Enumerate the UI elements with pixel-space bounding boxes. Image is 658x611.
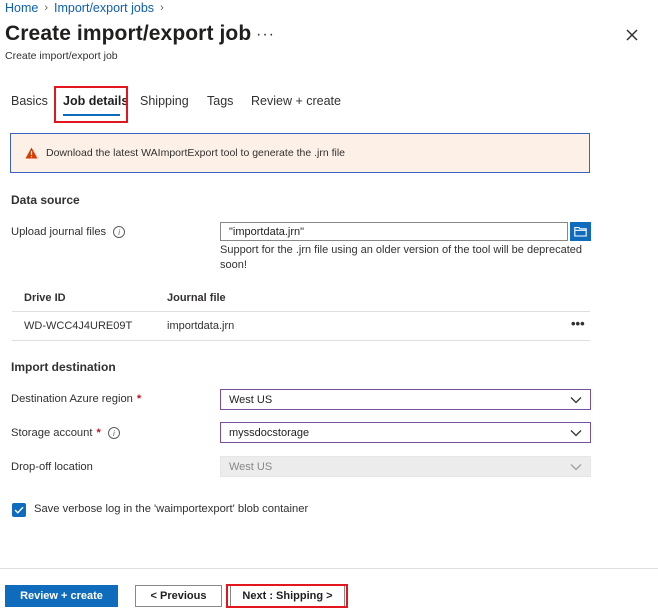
highlight-box-next bbox=[226, 584, 348, 608]
dropoff-location-label: Drop-off location bbox=[11, 461, 93, 473]
browse-folder-button[interactable] bbox=[570, 222, 591, 241]
footer-divider bbox=[0, 568, 658, 569]
dropoff-location-value: West US bbox=[229, 460, 273, 473]
chevron-down-icon bbox=[570, 463, 582, 470]
storage-account-select[interactable]: myssdocstorage bbox=[220, 422, 591, 443]
storage-account-label-text: Storage account bbox=[11, 427, 93, 439]
verbose-log-checkbox[interactable] bbox=[12, 503, 26, 517]
page-title: Create import/export job bbox=[5, 22, 252, 45]
required-asterisk: * bbox=[96, 427, 101, 439]
tab-shipping[interactable]: Shipping bbox=[140, 94, 189, 108]
chevron-right-icon: › bbox=[44, 2, 49, 14]
tab-tags[interactable]: Tags bbox=[207, 94, 233, 108]
row-more-actions-icon[interactable]: ••• bbox=[571, 316, 585, 331]
page-subtitle: Create import/export job bbox=[5, 50, 118, 62]
tab-basics[interactable]: Basics bbox=[11, 94, 48, 108]
tab-review-create[interactable]: Review + create bbox=[251, 94, 341, 108]
destination-region-value: West US bbox=[229, 393, 273, 406]
storage-account-value: myssdocstorage bbox=[229, 426, 310, 439]
column-header-journal-file: Journal file bbox=[167, 292, 226, 304]
upload-journal-label: Upload journal files i bbox=[11, 226, 126, 238]
chevron-down-icon bbox=[570, 429, 582, 436]
destination-region-label-text: Destination Azure region bbox=[11, 393, 133, 405]
table-divider bbox=[12, 311, 590, 312]
destination-region-select[interactable]: West US bbox=[220, 389, 591, 410]
breadcrumb-home-link[interactable]: Home bbox=[5, 1, 38, 15]
close-icon[interactable] bbox=[622, 25, 642, 45]
chevron-right-icon: › bbox=[160, 2, 164, 14]
table-cell-journal-file: importdata.jrn bbox=[167, 320, 235, 332]
warning-text: Download the latest WAImportExport tool … bbox=[46, 147, 346, 159]
info-icon[interactable]: i bbox=[107, 427, 120, 439]
data-source-heading: Data source bbox=[11, 193, 80, 207]
journal-file-input[interactable]: "importdata.jrn" bbox=[220, 222, 568, 241]
previous-button[interactable]: < Previous bbox=[135, 585, 222, 607]
upload-journal-label-text: Upload journal files bbox=[11, 226, 107, 238]
warning-banner: Download the latest WAImportExport tool … bbox=[10, 133, 590, 173]
table-cell-drive-id: WD-WCC4J4URE09T bbox=[24, 320, 133, 332]
destination-region-label: Destination Azure region * bbox=[11, 393, 141, 405]
column-header-drive-id: Drive ID bbox=[24, 292, 66, 304]
warning-icon bbox=[25, 147, 38, 159]
breadcrumb-import-export-link[interactable]: Import/export jobs bbox=[54, 1, 154, 15]
dropoff-location-select: West US bbox=[220, 456, 591, 477]
breadcrumb: Home › Import/export jobs › bbox=[5, 1, 170, 15]
folder-icon bbox=[574, 226, 587, 237]
deprecation-note-line1: Support for the .jrn file using an older… bbox=[220, 244, 582, 256]
checkmark-icon bbox=[14, 506, 24, 514]
deprecation-note: Support for the .jrn file using an older… bbox=[220, 243, 600, 273]
more-options-icon[interactable]: ··· bbox=[256, 26, 275, 44]
required-asterisk: * bbox=[136, 393, 142, 405]
table-divider bbox=[12, 340, 590, 341]
info-icon[interactable]: i bbox=[113, 226, 126, 238]
review-create-button[interactable]: Review + create bbox=[5, 585, 118, 607]
deprecation-note-line2: soon! bbox=[220, 259, 247, 271]
highlight-box-tab bbox=[54, 86, 128, 123]
import-destination-heading: Import destination bbox=[11, 360, 116, 374]
storage-account-label: Storage account * i bbox=[11, 427, 120, 439]
verbose-log-label: Save verbose log in the 'waimportexport'… bbox=[34, 503, 309, 515]
chevron-down-icon bbox=[570, 396, 582, 403]
